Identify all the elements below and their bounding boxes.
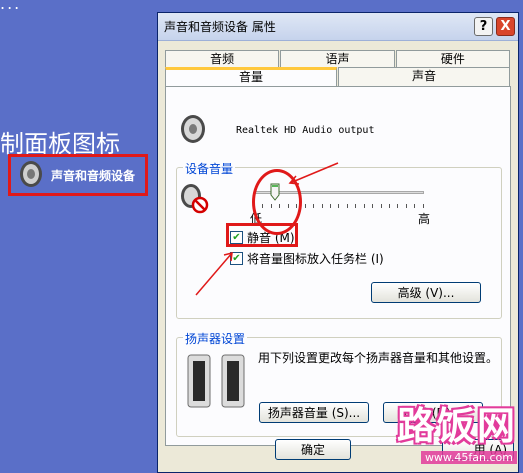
desktop-fragment-text: ... — [0, 0, 22, 13]
annotation-mute-box — [226, 223, 298, 247]
volume-tab-panel: Realtek HD Audio output 设备音量 低 高 ✔ 静音 (M… — [165, 86, 511, 446]
title-bar[interactable]: 声音和音频设备 属性 ? X — [158, 13, 518, 41]
tab-audio[interactable]: 音频 — [165, 50, 280, 67]
control-panel-sound-item[interactable]: 声音和音频设备 — [8, 154, 148, 196]
watermark-logo: 路饭网 — [396, 404, 517, 448]
speaker-icon — [17, 160, 43, 191]
tab-row-front: 音量 声音 — [165, 67, 511, 86]
tab-hardware[interactable]: 硬件 — [395, 50, 510, 67]
window-title: 声音和音频设备 属性 — [164, 20, 276, 34]
tab-volume[interactable]: 音量 — [165, 67, 337, 86]
tab-sounds[interactable]: 声音 — [338, 67, 510, 86]
control-panel-sound-label: 声音和音频设备 — [51, 168, 136, 183]
annotation-arrows — [195, 162, 339, 296]
ok-button[interactable]: 确定 — [275, 439, 351, 460]
tab-voice[interactable]: 语声 — [280, 50, 395, 67]
tab-row-back: 音频 语声 硬件 — [165, 50, 511, 67]
close-button[interactable]: X — [496, 17, 515, 36]
help-button[interactable]: ? — [474, 17, 493, 36]
watermark-url: www.45fan.com — [420, 451, 517, 464]
watermark: 路饭网 www.45fan.com — [397, 406, 517, 465]
